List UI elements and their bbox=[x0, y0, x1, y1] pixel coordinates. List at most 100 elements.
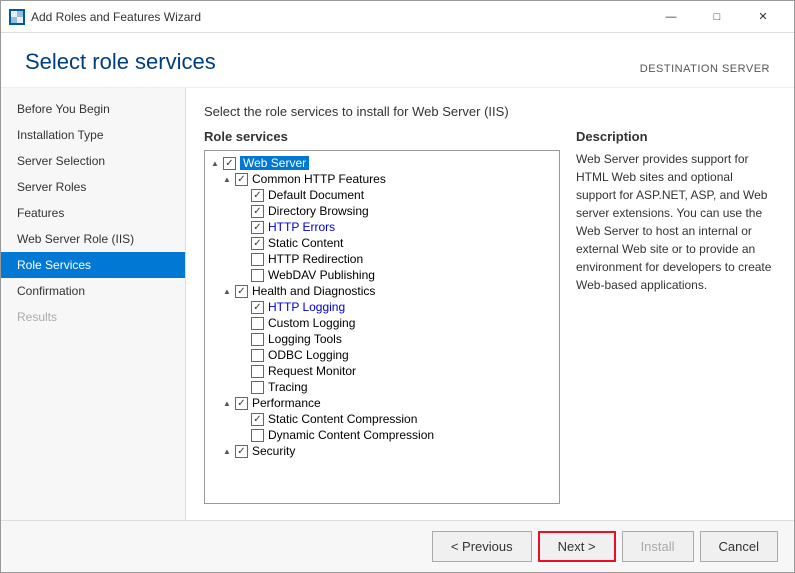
cancel-button[interactable]: Cancel bbox=[700, 531, 778, 562]
minimize-button[interactable]: — bbox=[648, 1, 694, 33]
tree-checkbox[interactable] bbox=[251, 269, 264, 282]
window-controls: — □ ✕ bbox=[648, 1, 786, 33]
tree-item[interactable]: Tracing bbox=[205, 379, 559, 395]
install-button[interactable]: Install bbox=[622, 531, 694, 562]
content-area: Before You BeginInstallation TypeServer … bbox=[1, 88, 794, 520]
tree-item[interactable]: ODBC Logging bbox=[205, 347, 559, 363]
tree-item[interactable]: Request Monitor bbox=[205, 363, 559, 379]
sidebar-item-role-services[interactable]: Role Services bbox=[1, 252, 185, 278]
sidebar-item-installation-type[interactable]: Installation Type bbox=[1, 122, 185, 148]
tree-item[interactable]: ▲ Web Server bbox=[205, 155, 559, 171]
tree-item[interactable]: Custom Logging bbox=[205, 315, 559, 331]
description-header: Description bbox=[576, 129, 776, 144]
tree-item[interactable]: ▲Health and Diagnostics bbox=[205, 283, 559, 299]
tree-item[interactable]: HTTP Errors bbox=[205, 219, 559, 235]
tree-checkbox[interactable] bbox=[251, 237, 264, 250]
expander-icon: ▲ bbox=[221, 173, 233, 185]
tree-item[interactable]: ▲ Security bbox=[205, 443, 559, 459]
tree-item[interactable]: Logging Tools bbox=[205, 331, 559, 347]
tree-item-label: Directory Browsing bbox=[268, 204, 369, 218]
sidebar-item-server-selection[interactable]: Server Selection bbox=[1, 148, 185, 174]
expander-icon bbox=[237, 301, 249, 313]
sidebar-item-confirmation[interactable]: Confirmation bbox=[1, 278, 185, 304]
main-columns: Role services ▲Web Server▲Common HTTP Fe… bbox=[204, 129, 776, 504]
wizard-window: Add Roles and Features Wizard — □ ✕ Sele… bbox=[0, 0, 795, 573]
tree-checkbox[interactable] bbox=[251, 381, 264, 394]
page-header: Select role services DESTINATION SERVER bbox=[1, 33, 794, 88]
footer: < Previous Next > Install Cancel bbox=[1, 520, 794, 572]
tree-item-label: Security bbox=[252, 444, 295, 458]
tree-checkbox[interactable] bbox=[235, 397, 248, 410]
tree-item[interactable]: Static Content Compression bbox=[205, 411, 559, 427]
expander-icon: ▲ bbox=[221, 397, 233, 409]
tree-item[interactable]: Directory Browsing bbox=[205, 203, 559, 219]
expander-icon bbox=[237, 269, 249, 281]
sidebar-item-features[interactable]: Features bbox=[1, 200, 185, 226]
expander-icon: ▲ bbox=[221, 445, 233, 457]
tree-item-label: Common HTTP Features bbox=[252, 172, 386, 186]
sidebar: Before You BeginInstallation TypeServer … bbox=[1, 88, 186, 520]
expander-icon bbox=[237, 189, 249, 201]
expander-icon: ▲ bbox=[209, 157, 221, 169]
previous-button[interactable]: < Previous bbox=[432, 531, 532, 562]
tree-checkbox[interactable] bbox=[251, 317, 264, 330]
description-panel: Description Web Server provides support … bbox=[576, 129, 776, 504]
tree-item[interactable]: Static Content bbox=[205, 235, 559, 251]
tree-checkbox[interactable] bbox=[251, 365, 264, 378]
tree-item-label: ODBC Logging bbox=[268, 348, 349, 362]
tree-checkbox[interactable] bbox=[223, 157, 236, 170]
expander-icon bbox=[237, 317, 249, 329]
tree-item-label: HTTP Redirection bbox=[268, 252, 363, 266]
tree-checkbox[interactable] bbox=[235, 173, 248, 186]
tree-item-label: HTTP Logging bbox=[268, 300, 345, 314]
tree-item[interactable]: HTTP Logging bbox=[205, 299, 559, 315]
tree-item[interactable]: Default Document bbox=[205, 187, 559, 203]
maximize-button[interactable]: □ bbox=[694, 1, 740, 33]
expander-icon bbox=[237, 221, 249, 233]
destination-server-label: DESTINATION SERVER bbox=[640, 63, 770, 75]
tree-item-label: HTTP Errors bbox=[268, 220, 335, 234]
tree-item[interactable]: WebDAV Publishing bbox=[205, 267, 559, 283]
tree-item-label: Logging Tools bbox=[268, 332, 342, 346]
window-title: Add Roles and Features Wizard bbox=[31, 10, 648, 24]
tree-item-label: Tracing bbox=[268, 380, 308, 394]
tree-item[interactable]: Dynamic Content Compression bbox=[205, 427, 559, 443]
tree-checkbox[interactable] bbox=[251, 205, 264, 218]
tree-checkbox[interactable] bbox=[251, 413, 264, 426]
instruction-text: Select the role services to install for … bbox=[204, 104, 776, 119]
tree-item[interactable]: HTTP Redirection bbox=[205, 251, 559, 267]
tree-checkbox[interactable] bbox=[251, 349, 264, 362]
sidebar-item-before-you-begin[interactable]: Before You Begin bbox=[1, 96, 185, 122]
tree-item-label: Performance bbox=[252, 396, 321, 410]
tree-item-label: Web Server bbox=[240, 156, 309, 170]
tree-checkbox[interactable] bbox=[251, 189, 264, 202]
tree-checkbox[interactable] bbox=[235, 285, 248, 298]
tree-checkbox[interactable] bbox=[235, 445, 248, 458]
page-title: Select role services bbox=[25, 49, 216, 75]
sidebar-item-web-server-role[interactable]: Web Server Role (IIS) bbox=[1, 226, 185, 252]
tree-checkbox[interactable] bbox=[251, 253, 264, 266]
app-icon bbox=[9, 9, 25, 25]
expander-icon bbox=[237, 429, 249, 441]
expander-icon bbox=[237, 381, 249, 393]
tree-item-label: WebDAV Publishing bbox=[268, 268, 375, 282]
tree-item[interactable]: ▲ Common HTTP Features bbox=[205, 171, 559, 187]
role-services-panel: Role services ▲Web Server▲Common HTTP Fe… bbox=[204, 129, 560, 504]
next-button[interactable]: Next > bbox=[538, 531, 616, 562]
close-button[interactable]: ✕ bbox=[740, 1, 786, 33]
description-text: Web Server provides support for HTML Web… bbox=[576, 150, 776, 294]
expander-icon bbox=[237, 349, 249, 361]
tree-item-label: Request Monitor bbox=[268, 364, 356, 378]
tree-checkbox[interactable] bbox=[251, 221, 264, 234]
tree-checkbox[interactable] bbox=[251, 429, 264, 442]
sidebar-item-server-roles[interactable]: Server Roles bbox=[1, 174, 185, 200]
title-bar: Add Roles and Features Wizard — □ ✕ bbox=[1, 1, 794, 33]
expander-icon bbox=[237, 333, 249, 345]
tree-item[interactable]: ▲ Performance bbox=[205, 395, 559, 411]
role-services-tree[interactable]: ▲ Web Server ▲ Common HTTP FeaturesDefault … bbox=[204, 150, 560, 504]
expander-icon bbox=[237, 253, 249, 265]
tree-checkbox[interactable] bbox=[251, 333, 264, 346]
tree-item-label: Static Content bbox=[268, 236, 343, 250]
tree-checkbox[interactable] bbox=[251, 301, 264, 314]
expander-icon: ▲ bbox=[221, 285, 233, 297]
